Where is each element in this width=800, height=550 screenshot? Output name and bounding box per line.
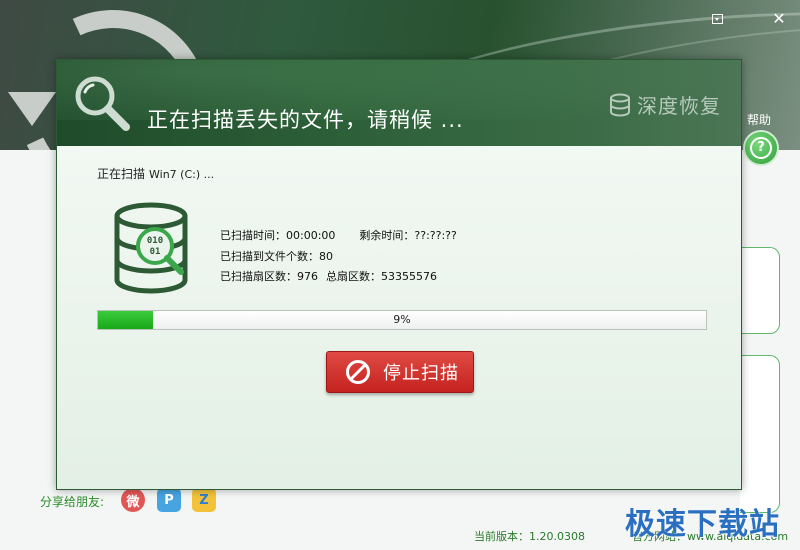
svg-text:010: 010: [147, 236, 163, 246]
elapsed-label: 已扫描时间：: [220, 229, 286, 242]
database-scan-icon: 010 01: [114, 202, 188, 294]
sectors-value: 976: [297, 270, 318, 283]
scanning-prefix: 正在扫描: [97, 167, 146, 181]
brand: 深度恢复: [609, 90, 721, 119]
dialog-body: 正在扫描 Win7 (C:) ... 010 01 已扫描时间：00:00:00 剩…: [57, 146, 741, 489]
sectors-label: 已扫描扇区数：: [220, 270, 297, 283]
dialog-title: 正在扫描丢失的文件，请稍候 ...: [147, 108, 464, 132]
question-icon: ?: [750, 137, 772, 159]
side-card[interactable]: [740, 247, 780, 334]
total-sectors-label: 总扇区数：: [326, 270, 381, 283]
app-logo-arrow: [8, 92, 56, 126]
remaining-label: 剩余时间：: [359, 229, 415, 242]
dialog-header: 正在扫描丢失的文件，请稍候 ... 深度恢复: [57, 60, 741, 146]
elapsed-value: 00:00:00: [286, 229, 336, 242]
svg-text:01: 01: [150, 247, 161, 257]
magnifier-icon: [75, 76, 130, 131]
close-button[interactable]: ✕: [770, 10, 788, 28]
stop-scan-button[interactable]: 停止扫描: [326, 351, 474, 393]
help-label: 帮助: [747, 113, 772, 127]
brand-name: 深度恢复: [637, 94, 721, 118]
files-value: 80: [319, 249, 333, 263]
help-button[interactable]: ?: [743, 130, 779, 166]
database-icon: [610, 93, 630, 116]
side-card[interactable]: [740, 355, 780, 513]
scanning-drive: Win7 (C:) ...: [149, 168, 215, 181]
watermark-text: 极速下载站: [625, 507, 780, 542]
stop-icon: [346, 360, 370, 384]
files-label: 已扫描到文件个数：: [220, 249, 319, 263]
share-label: 分享给朋友:: [40, 495, 105, 509]
scan-dialog: 正在扫描丢失的文件，请稍候 ... 深度恢复 正在扫描 Win7 (C:) ...…: [56, 59, 742, 490]
tencent-share-icon[interactable]: P: [157, 488, 181, 512]
scanning-status: 正在扫描 Win7 (C:) ...: [97, 165, 214, 182]
weibo-share-icon[interactable]: 微: [121, 488, 145, 512]
progress-text: 9%: [393, 313, 411, 326]
stop-scan-label: 停止扫描: [383, 363, 459, 384]
version-text: 当前版本：1.20.0308: [474, 530, 585, 543]
scan-progress-bar: 9%: [97, 310, 707, 330]
scan-stats: 已扫描时间：00:00:00 剩余时间：??:??:?? 已扫描到文件个数：80 …: [220, 226, 457, 288]
qzone-share-icon[interactable]: Z: [192, 488, 216, 512]
menu-dropdown-icon[interactable]: [708, 10, 726, 28]
remaining-value: ??:??:??: [414, 229, 457, 242]
total-sectors-value: 53355576: [381, 270, 437, 283]
